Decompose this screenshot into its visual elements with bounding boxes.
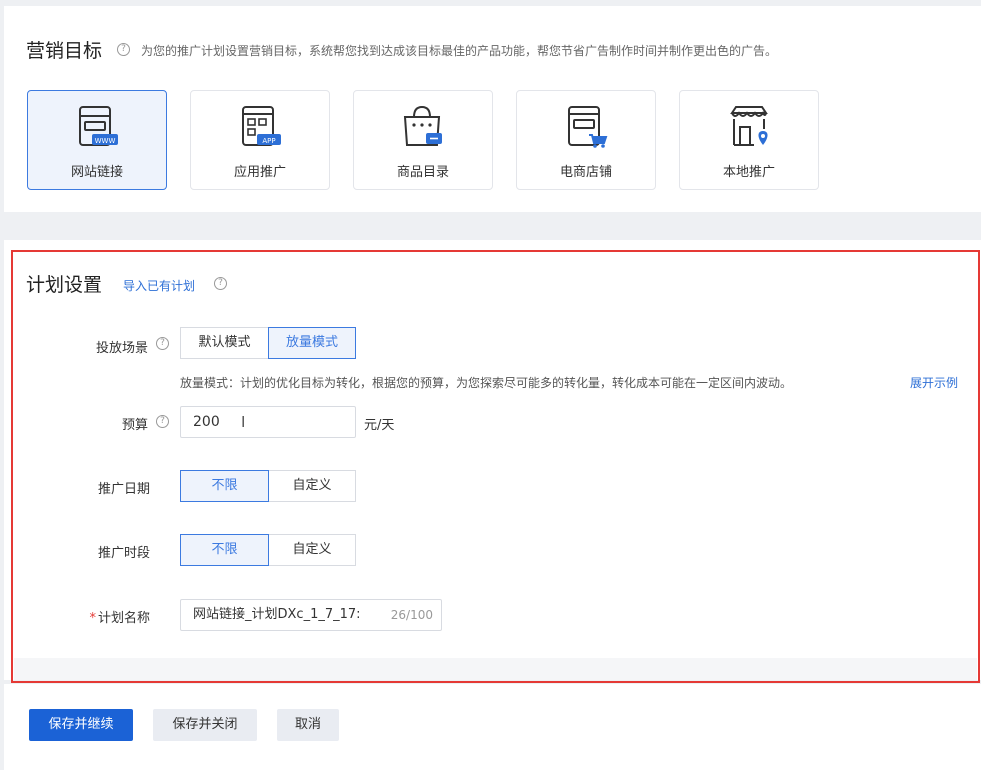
help-icon[interactable]: ? (117, 43, 130, 56)
cancel-button[interactable]: 取消 (277, 709, 339, 741)
plan-settings-card: 计划设置 导入已有计划 ? 投放场景 ? 默认模式 放量模式 放量模式：计划的优… (4, 240, 981, 680)
goal-section-title: 营销目标 (26, 40, 103, 62)
app-promotion-icon: APP (242, 106, 281, 146)
date-label: 推广日期 (97, 482, 150, 497)
tile-label: 网站链接 (70, 165, 123, 180)
goal-tile-product-catalog[interactable]: 商品目录 (353, 90, 493, 190)
tile-label: 电商店铺 (559, 165, 612, 180)
scene-option-default[interactable]: 默认模式 (180, 327, 269, 359)
tile-label: 应用推广 (233, 165, 286, 180)
local-promotion-icon (730, 106, 768, 146)
budget-label: 预算 (28, 414, 148, 433)
help-icon[interactable]: ? (214, 277, 227, 290)
tile-label: 商品目录 (396, 165, 449, 180)
help-icon[interactable]: ? (156, 415, 169, 428)
product-catalog-icon (403, 105, 442, 146)
website-link-icon: WWW (79, 106, 118, 146)
tile-label: 本地推广 (722, 165, 775, 180)
name-label: * 计划名称 (30, 607, 150, 626)
budget-value: 200 (193, 414, 220, 430)
scene-label-text: 投放场景 (95, 341, 148, 356)
goal-tile-local-promotion[interactable]: 本地推广 (679, 90, 819, 190)
scene-option-volume[interactable]: 放量模式 (268, 327, 356, 359)
budget-label-text: 预算 (121, 418, 148, 433)
svg-text:WWW: WWW (95, 137, 116, 145)
plan-name-value: 网站链接_计划DXc_1_7_17: (193, 607, 361, 622)
period-option-custom[interactable]: 自定义 (268, 534, 356, 566)
period-label: 推广时段 (97, 546, 150, 561)
svg-text:APP: APP (262, 137, 275, 145)
goal-tile-app-promotion[interactable]: APP 应用推广 (190, 90, 330, 190)
save-continue-button[interactable]: 保存并继续 (29, 709, 133, 741)
goal-tile-ecommerce-store[interactable]: 电商店铺 (516, 90, 656, 190)
plan-name-counter: 26/100 (390, 608, 433, 622)
name-label-text: 计划名称 (97, 611, 150, 626)
period-option-unlimited[interactable]: 不限 (180, 534, 269, 566)
divider-strip (14, 658, 977, 680)
help-icon[interactable]: ? (156, 337, 169, 350)
required-mark: * (89, 611, 96, 626)
plan-section-title: 计划设置 (26, 274, 103, 296)
marketing-goal-card: 营销目标 ? 为您的推广计划设置营销目标，系统帮您找到达成该目标最佳的产品功能，… (4, 6, 981, 212)
text-cursor-icon: I (241, 413, 246, 431)
date-option-custom[interactable]: 自定义 (268, 470, 356, 502)
budget-input[interactable]: 200 I (180, 406, 356, 438)
save-close-button[interactable]: 保存并关闭 (153, 709, 257, 741)
import-plan-link[interactable]: 导入已有计划 (123, 277, 195, 294)
goal-hint: 为您的推广计划设置营销目标，系统帮您找到达成该目标最佳的产品功能，帮您节省广告制… (141, 44, 778, 58)
ecommerce-store-icon (568, 106, 608, 148)
goal-tile-website-link[interactable]: WWW 网站链接 (27, 90, 167, 190)
plan-name-input[interactable]: 网站链接_计划DXc_1_7_17: 26/100 (180, 599, 442, 631)
date-option-unlimited[interactable]: 不限 (180, 470, 269, 502)
footer-bar: 保存并继续 保存并关闭 取消 (4, 684, 981, 770)
scene-label: 投放场景 (28, 337, 148, 356)
budget-unit: 元/天 (364, 418, 395, 433)
expand-example-link[interactable]: 展开示例 (910, 374, 958, 391)
scene-description: 放量模式：计划的优化目标为转化，根据您的预算，为您探索尽可能多的转化量，转化成本… (180, 376, 793, 390)
